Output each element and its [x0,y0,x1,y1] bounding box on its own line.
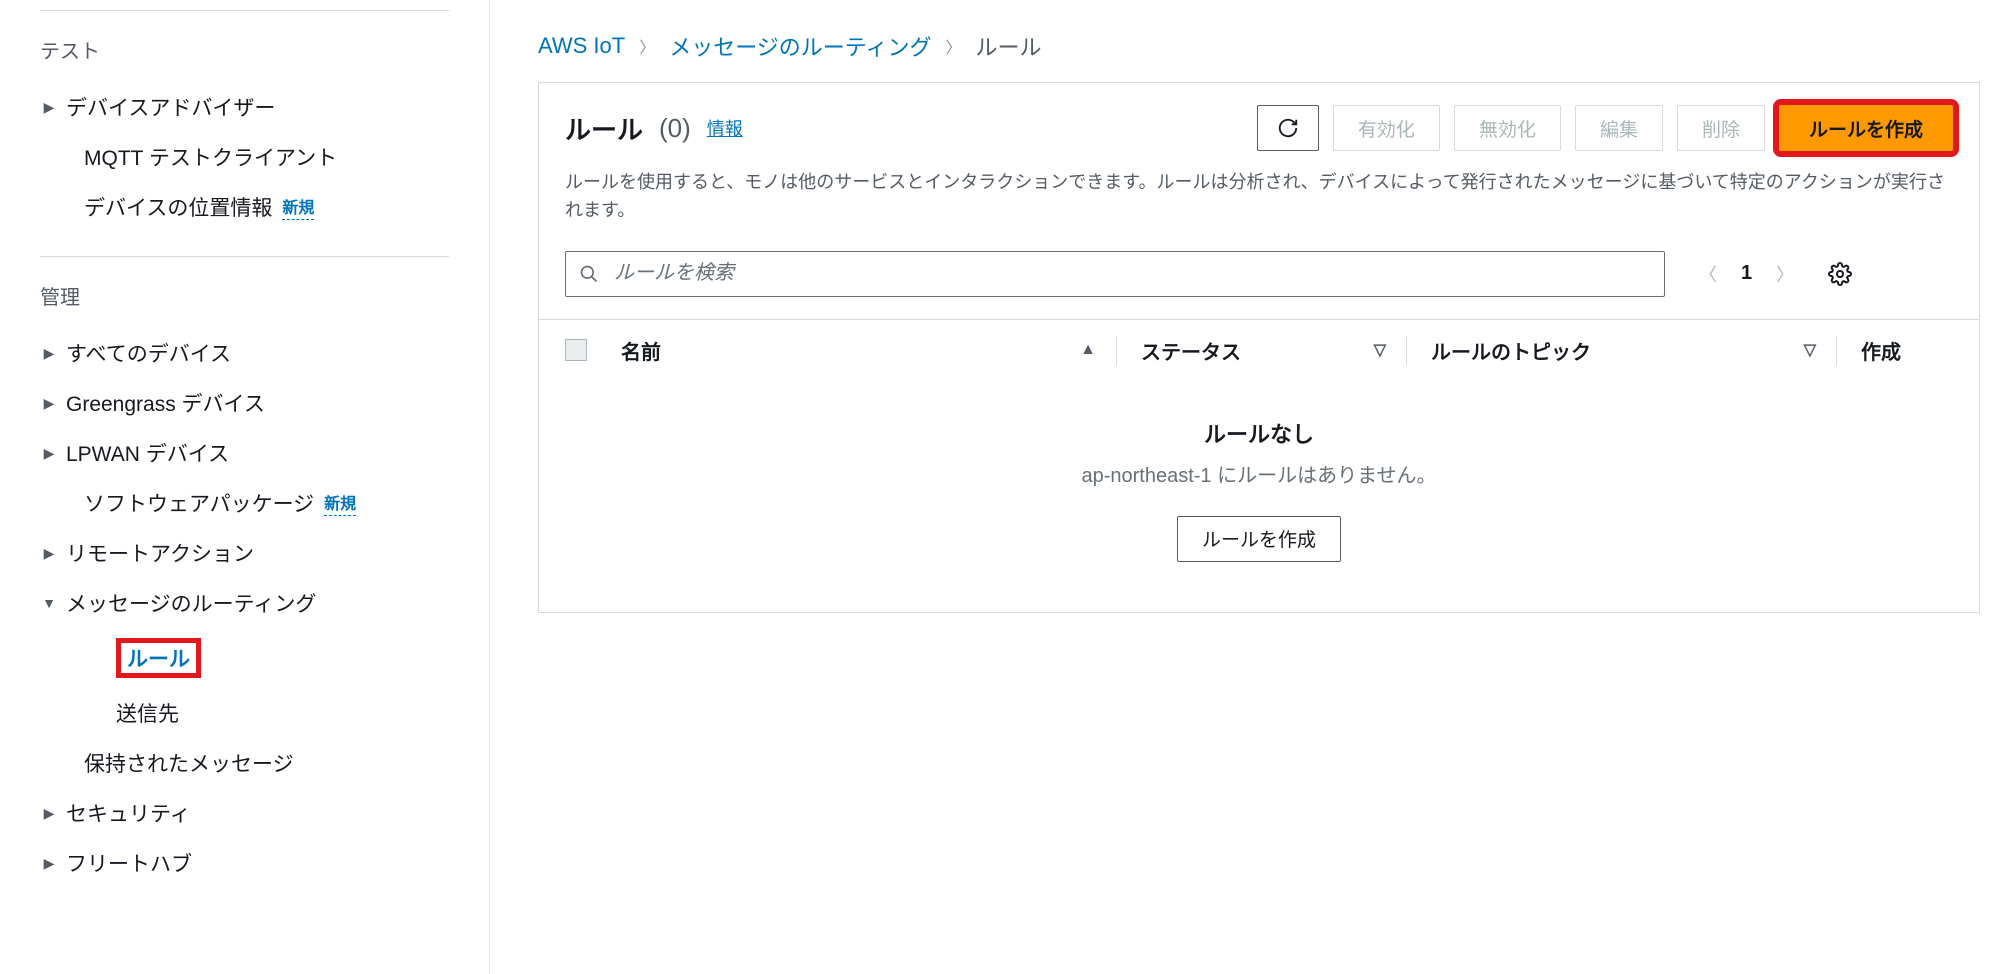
select-all-checkbox[interactable] [565,339,621,361]
sidebar-item-label: デバイスアドバイザー [66,92,275,122]
sidebar-item-label: ソフトウェアパッケージ [84,488,314,518]
sidebar-item-security[interactable]: ▶ セキュリティ [40,788,449,838]
sidebar-item-label: すべてのデバイス [66,338,231,368]
sidebar-item-label: LPWAN デバイス [66,438,229,468]
gear-icon [1828,262,1852,286]
caret-right-icon: ▶ [42,805,56,822]
sidebar-item-device-location[interactable]: デバイスの位置情報 新規 [40,182,449,232]
sidebar-item-label: ルール [116,638,201,678]
prev-page-button[interactable]: 〈 [1693,257,1723,291]
refresh-button[interactable] [1257,105,1319,151]
caret-right-icon: ▶ [42,99,56,116]
page-number: 1 [1741,262,1752,285]
table-header-row: 名前 ▲ ステータス ▽ ルールのトピック ▽ 作成 [539,319,1979,381]
page-title: ルール [565,110,643,147]
sidebar-item-destinations[interactable]: 送信先 [40,688,449,738]
empty-title: ルールなし [539,417,1979,449]
sidebar-section-manage: 管理 [40,281,449,310]
edit-button[interactable]: 編集 [1575,105,1663,151]
sidebar-item-rules[interactable]: ルール [40,628,449,688]
sidebar-section-test: テスト [40,35,449,64]
breadcrumb: AWS IoT 〉 メッセージのルーティング 〉 ルール [538,30,1980,62]
sidebar-item-label: MQTT テストクライアント [84,142,337,172]
sort-icon: ▽ [1804,340,1816,360]
caret-right-icon: ▶ [42,345,56,362]
column-label: ルールのトピック [1431,336,1591,365]
search-input[interactable] [565,251,1665,297]
settings-button[interactable] [1828,262,1852,286]
sidebar-item-label: 保持されたメッセージ [84,748,294,778]
column-name[interactable]: 名前 ▲ [621,336,1117,365]
column-topic[interactable]: ルールのトピック ▽ [1407,336,1837,365]
empty-state: ルールなし ap-northeast-1 にルールはありません。 ルールを作成 [539,381,1979,612]
sidebar-item-lpwan[interactable]: ▶ LPWAN デバイス [40,428,449,478]
caret-right-icon: ▶ [42,445,56,462]
column-label: ステータス [1141,336,1241,365]
caret-right-icon: ▶ [42,855,56,872]
breadcrumb-current: ルール [975,30,1041,62]
sidebar-item-message-routing[interactable]: ▼ メッセージのルーティング [40,578,449,628]
caret-down-icon: ▼ [42,595,56,611]
sidebar-item-all-devices[interactable]: ▶ すべてのデバイス [40,328,449,378]
sidebar-item-label: セキュリティ [66,798,191,828]
chevron-right-icon: 〉 [639,34,655,58]
sidebar-item-device-advisor[interactable]: ▶ デバイスアドバイザー [40,82,449,132]
sort-icon: ▽ [1374,340,1386,360]
search-wrap [565,251,1665,297]
filter-row: 〈 1 〉 [539,251,1979,319]
sidebar: テスト ▶ デバイスアドバイザー MQTT テストクライアント デバイスの位置情… [0,0,490,974]
sidebar-item-remote-actions[interactable]: ▶ リモートアクション [40,528,449,578]
sidebar-item-label: フリートハブ [66,848,192,878]
delete-button[interactable]: 削除 [1677,105,1765,151]
sidebar-item-label: デバイスの位置情報 [84,192,272,222]
new-badge: 新規 [324,490,356,516]
next-page-button[interactable]: 〉 [1770,257,1800,291]
enable-button[interactable]: 有効化 [1333,105,1440,151]
sidebar-item-fleet-hub[interactable]: ▶ フリートハブ [40,838,449,888]
chevron-right-icon: 〉 [945,34,961,58]
main-content: AWS IoT 〉 メッセージのルーティング 〉 ルール ルール (0) 情報 … [490,0,2000,974]
create-rule-button[interactable]: ルールを作成 [1779,105,1953,151]
empty-subtitle: ap-northeast-1 にルールはありません。 [539,459,1979,488]
pagination: 〈 1 〉 [1693,257,1800,291]
sidebar-item-mqtt-test-client[interactable]: MQTT テストクライアント [40,132,449,182]
divider [40,256,449,257]
sidebar-item-software-packages[interactable]: ソフトウェアパッケージ 新規 [40,478,449,528]
disable-button[interactable]: 無効化 [1454,105,1561,151]
info-link[interactable]: 情報 [707,115,743,141]
search-icon [579,264,599,284]
sidebar-item-greengrass[interactable]: ▶ Greengrass デバイス [40,378,449,428]
breadcrumb-aws-iot[interactable]: AWS IoT [538,33,625,59]
column-created[interactable]: 作成 [1837,336,1953,365]
column-label: 名前 [621,336,661,365]
sidebar-item-label: メッセージのルーティング [66,588,316,618]
column-status[interactable]: ステータス ▽ [1117,336,1407,365]
caret-right-icon: ▶ [42,545,56,562]
column-label: 作成 [1861,336,1901,365]
empty-create-rule-button[interactable]: ルールを作成 [1177,516,1341,562]
caret-right-icon: ▶ [42,395,56,412]
panel-header: ルール (0) 情報 有効化 無効化 編集 削除 ルールを作成 ルールを使用する… [539,83,1979,251]
sidebar-item-label: Greengrass デバイス [66,388,265,418]
refresh-icon [1277,117,1299,139]
breadcrumb-message-routing[interactable]: メッセージのルーティング [669,30,931,62]
rules-panel: ルール (0) 情報 有効化 無効化 編集 削除 ルールを作成 ルールを使用する… [538,82,1980,613]
divider [40,10,449,11]
sidebar-item-label: 送信先 [116,698,179,728]
panel-description: ルールを使用すると、モノは他のサービスとインタラクションできます。ルールは分析さ… [565,169,1953,225]
rule-count: (0) [659,113,691,144]
sidebar-item-retained-messages[interactable]: 保持されたメッセージ [40,738,449,788]
new-badge: 新規 [282,194,314,220]
sidebar-item-label: リモートアクション [66,538,254,568]
sort-asc-icon: ▲ [1080,341,1096,359]
